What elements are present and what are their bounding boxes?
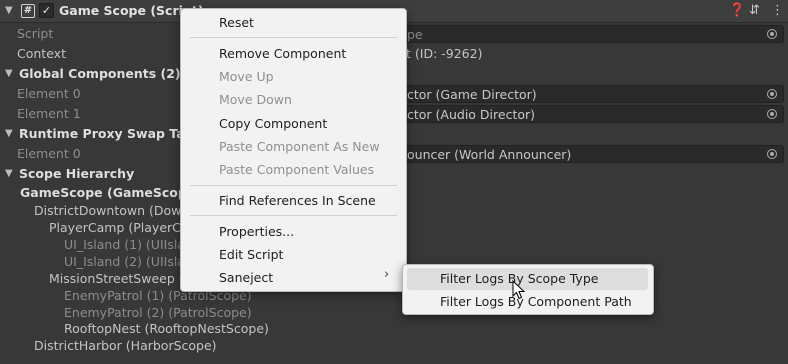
saneject-submenu: Filter Logs By Scope Type Filter Logs By… bbox=[402, 264, 654, 315]
menu-separator bbox=[190, 215, 397, 216]
triangle-down-icon[interactable]: ▼ bbox=[5, 163, 13, 185]
object-field-value: ctor (Game Director) bbox=[407, 87, 537, 102]
triangle-down-icon[interactable]: ▼ bbox=[5, 63, 13, 85]
menu-item-move-down[interactable]: Move Down bbox=[219, 91, 292, 109]
object-picker-icon[interactable] bbox=[767, 109, 777, 119]
menu-item-saneject[interactable]: Saneject bbox=[219, 269, 273, 287]
menu-item-filter-component-path[interactable]: Filter Logs By Component Path bbox=[440, 293, 632, 311]
global-element-0-field[interactable]: ctor (Game Director) bbox=[400, 85, 784, 103]
help-icon[interactable]: ❓ bbox=[729, 0, 745, 22]
fold-triangle-icon[interactable]: ▼ bbox=[5, 0, 13, 22]
script-label: Script bbox=[17, 26, 54, 41]
mouse-pointer-icon bbox=[512, 280, 526, 300]
scope-hierarchy-foldout[interactable]: Scope Hierarchy bbox=[19, 164, 134, 184]
menu-item-move-up[interactable]: Move Up bbox=[219, 68, 274, 86]
runtime-proxy-element-0-field[interactable]: ouncer (World Announcer) bbox=[400, 145, 784, 163]
menu-item-paste-component-values[interactable]: Paste Component Values bbox=[219, 161, 374, 179]
script-object-field[interactable]: pe bbox=[400, 25, 784, 43]
triangle-down-icon[interactable]: ▼ bbox=[5, 123, 13, 145]
submenu-arrow-icon: › bbox=[384, 267, 390, 282]
menu-item-copy-component[interactable]: Copy Component bbox=[219, 115, 327, 133]
global-element-1-field[interactable]: ctor (Audio Director) bbox=[400, 105, 784, 123]
element-label: Element 1 bbox=[17, 106, 81, 121]
menu-item-find-references[interactable]: Find References In Scene bbox=[219, 192, 376, 210]
kebab-menu-icon[interactable]: ⋮ bbox=[771, 0, 784, 22]
menu-item-paste-component-as-new[interactable]: Paste Component As New bbox=[219, 138, 380, 156]
context-value: t (ID: -9262) bbox=[406, 46, 483, 61]
element-label: Element 0 bbox=[17, 146, 81, 161]
hierarchy-item[interactable]: DistrictHarbor (HarborScope) bbox=[34, 336, 217, 356]
script-field-value: pe bbox=[407, 27, 423, 42]
presets-icon[interactable]: ⇵ bbox=[749, 0, 760, 22]
global-components-foldout[interactable]: Global Components (2) bbox=[19, 64, 181, 84]
object-picker-icon[interactable] bbox=[767, 29, 777, 39]
menu-item-remove-component[interactable]: Remove Component bbox=[219, 45, 346, 63]
hierarchy-item[interactable]: GameScope (GameScope) bbox=[20, 183, 201, 203]
script-hash-icon: # bbox=[21, 4, 35, 18]
menu-item-edit-script[interactable]: Edit Script bbox=[219, 246, 283, 264]
component-enabled-checkbox[interactable]: ✓ bbox=[39, 3, 54, 18]
object-picker-icon[interactable] bbox=[767, 149, 777, 159]
element-label: Element 0 bbox=[17, 86, 81, 101]
menu-item-reset[interactable]: Reset bbox=[219, 14, 254, 32]
context-label: Context bbox=[17, 46, 66, 61]
menu-separator bbox=[190, 185, 397, 186]
menu-item-properties[interactable]: Properties... bbox=[219, 223, 294, 241]
object-field-value: ctor (Audio Director) bbox=[407, 107, 536, 122]
object-field-value: ouncer (World Announcer) bbox=[407, 147, 572, 162]
menu-separator bbox=[190, 37, 397, 38]
object-picker-icon[interactable] bbox=[767, 89, 777, 99]
context-menu: Reset Remove Component Move Up Move Down… bbox=[180, 8, 407, 292]
